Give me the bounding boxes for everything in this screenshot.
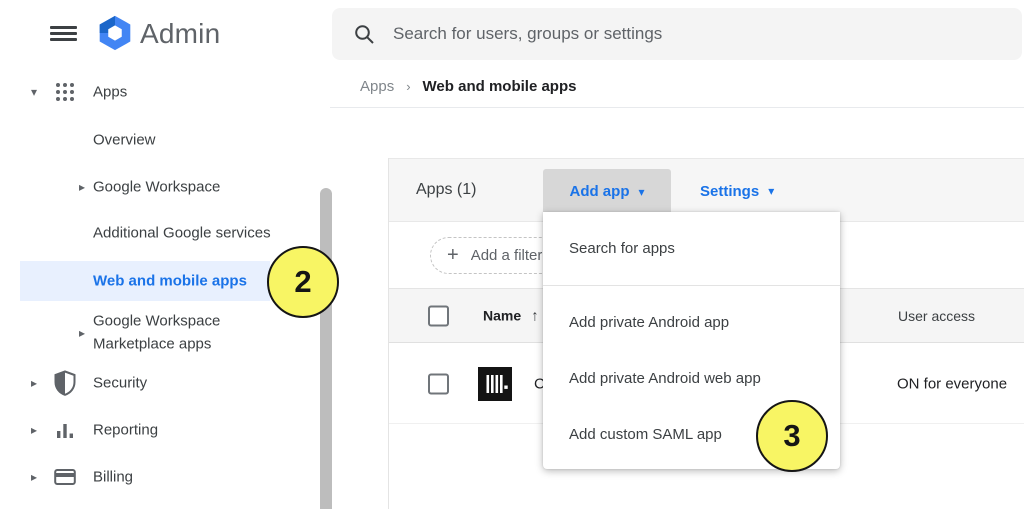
search-icon xyxy=(354,24,375,45)
sidebar-item-billing[interactable]: ▸ Billing xyxy=(0,457,320,497)
sidebar-item-reporting[interactable]: ▸ Reporting xyxy=(0,410,320,450)
name-column-header[interactable]: Name ↑ xyxy=(483,307,539,324)
apps-grid-icon xyxy=(54,79,76,105)
select-all-checkbox[interactable] xyxy=(428,305,449,326)
menu-item-add-private-android-app[interactable]: Add private Android app xyxy=(543,294,840,350)
sidebar-item-label: Additional Google services xyxy=(93,225,271,242)
apps-count-title: Apps (1) xyxy=(416,181,476,199)
admin-console-screen: Admin ▾ Apps Overview ▸ Google Workspace… xyxy=(0,0,1024,509)
caret-right-icon[interactable]: ▸ xyxy=(74,326,90,340)
plus-icon: + xyxy=(447,244,459,267)
breadcrumb-apps-link[interactable]: Apps xyxy=(360,78,394,95)
sidebar-item-label: Google Workspace xyxy=(93,179,220,196)
annotation-step-2: 2 xyxy=(267,246,339,318)
sidebar-item-label: Web and mobile apps xyxy=(93,273,247,290)
sidebar-item-apps[interactable]: ▾ Apps xyxy=(0,72,320,112)
breadcrumb-separator-icon: › xyxy=(406,79,410,94)
search-bar[interactable] xyxy=(332,8,1022,60)
sidebar-item-google-workspace[interactable]: ▸ Google Workspace xyxy=(0,167,320,207)
add-app-button-label: Add app xyxy=(569,183,629,200)
caret-right-icon[interactable]: ▸ xyxy=(74,180,90,194)
menu-icon[interactable] xyxy=(50,26,77,41)
sidebar-item-label: Overview xyxy=(93,132,156,149)
row-checkbox[interactable] xyxy=(428,373,449,394)
app-user-access: ON for everyone xyxy=(897,375,1007,392)
menu-divider xyxy=(543,285,840,286)
sort-ascending-icon: ↑ xyxy=(531,307,539,324)
sidebar-item-security[interactable]: ▸ Security xyxy=(0,363,320,403)
caret-down-icon: ▾ xyxy=(768,184,774,198)
sidebar-item-label: Reporting xyxy=(93,422,158,439)
app-logo-icon xyxy=(478,367,512,401)
app-title: Admin xyxy=(140,18,220,50)
sidebar-item-label: Google Workspace Marketplace apps xyxy=(93,311,255,356)
add-filter-label: Add a filter xyxy=(471,247,543,264)
sidebar-item-additional-google-services[interactable]: Additional Google services xyxy=(0,213,320,253)
annotation-step-3: 3 xyxy=(756,400,828,472)
sidebar-item-gw-marketplace-apps[interactable]: ▸ Google Workspace Marketplace apps xyxy=(0,308,320,358)
caret-down-icon[interactable]: ▾ xyxy=(26,85,42,99)
breadcrumb-current-page: Web and mobile apps xyxy=(423,78,577,95)
sidebar-item-label: Security xyxy=(93,375,147,392)
user-access-column-header: User access xyxy=(898,308,975,324)
sidebar-item-overview[interactable]: Overview xyxy=(0,120,320,160)
search-input[interactable] xyxy=(393,24,1022,44)
caret-right-icon[interactable]: ▸ xyxy=(26,470,42,484)
add-app-button[interactable]: Add app ▾ xyxy=(543,169,671,214)
breadcrumb-divider xyxy=(330,107,1024,108)
credit-card-icon xyxy=(54,464,76,490)
settings-button-label: Settings xyxy=(700,183,759,200)
menu-item-search-for-apps[interactable]: Search for apps xyxy=(543,212,840,285)
caret-right-icon[interactable]: ▸ xyxy=(26,423,42,437)
sidebar-item-label: Apps xyxy=(93,84,127,101)
breadcrumb: Apps › Web and mobile apps xyxy=(360,78,576,95)
sidebar-item-label: Billing xyxy=(93,469,133,486)
google-admin-logo-icon[interactable] xyxy=(97,15,133,56)
bar-chart-icon xyxy=(54,417,76,443)
caret-down-icon: ▾ xyxy=(638,185,644,199)
shield-icon xyxy=(54,370,76,396)
name-header-label: Name xyxy=(483,307,521,323)
sidebar-item-web-and-mobile-apps[interactable]: Web and mobile apps xyxy=(20,261,270,301)
menu-item-add-private-android-web-app[interactable]: Add private Android web app xyxy=(543,350,840,406)
caret-right-icon[interactable]: ▸ xyxy=(26,376,42,390)
sidebar-scrollbar[interactable] xyxy=(320,188,332,509)
